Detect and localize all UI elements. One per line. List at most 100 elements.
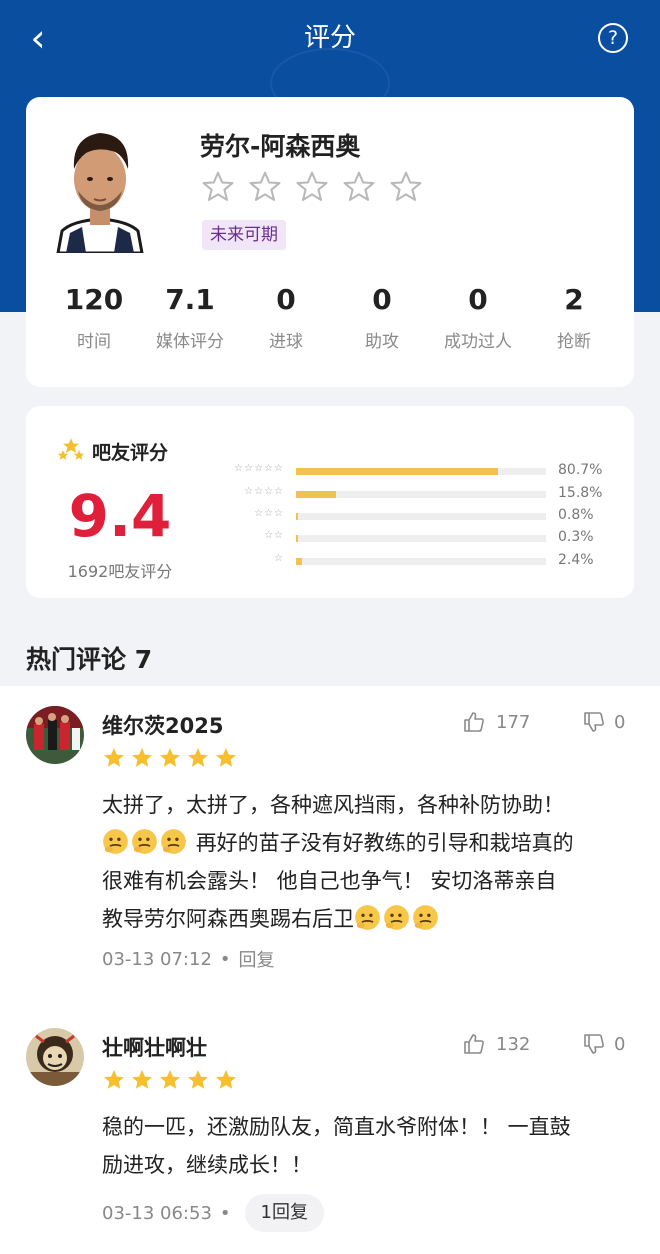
comment-line-text: 教导劳尔阿森西奥踢右后卫 bbox=[102, 907, 354, 931]
meta-separator: • bbox=[219, 948, 231, 970]
star-outline-icon[interactable] bbox=[294, 169, 330, 205]
dist-bar-fill bbox=[296, 558, 302, 565]
star-filled-icon bbox=[216, 1070, 236, 1089]
stat-value: 120 bbox=[64, 283, 124, 316]
hot-comments-title: 热门评论 7 bbox=[26, 645, 153, 674]
like-button[interactable]: 177 bbox=[462, 710, 530, 734]
player-stats: 120 时间 7.1 媒体评分 0 进球 0 助攻 0 成功过人 2 抢断 bbox=[26, 283, 634, 363]
star-outline-icon[interactable] bbox=[341, 169, 377, 205]
stat-label: 抢断 bbox=[557, 332, 591, 352]
thumbs-down-icon bbox=[584, 712, 604, 732]
dist-stars-label: ☆☆☆☆☆ bbox=[234, 463, 284, 474]
star-filled-icon bbox=[216, 748, 236, 767]
comment-rating-stars bbox=[102, 1068, 238, 1092]
stat-label: 进球 bbox=[269, 332, 303, 352]
comment-line: 再好的苗子没有好教练的引导和栽培真的 bbox=[102, 824, 634, 862]
avatar[interactable] bbox=[26, 706, 84, 764]
dist-percent: 15.8% bbox=[558, 485, 603, 501]
dislike-button[interactable]: 0 bbox=[582, 1032, 625, 1056]
emoji-group bbox=[354, 905, 441, 931]
player-card: 劳尔-阿森西奥 未来可期 120 时间 7.1 媒体评分 0 进球 0 助攻 0… bbox=[26, 97, 634, 387]
thinking-face-emoji-icon bbox=[384, 905, 409, 930]
stat-value: 0 bbox=[276, 283, 296, 316]
dist-bar-track bbox=[296, 558, 546, 565]
comment-rating-stars bbox=[102, 746, 238, 770]
thumbs-up-icon bbox=[464, 712, 484, 732]
player-name: 劳尔-阿森西奥 bbox=[200, 132, 361, 161]
fan-average-score: 9.4 bbox=[68, 482, 172, 550]
stat-label: 助攻 bbox=[365, 332, 399, 352]
star-filled-icon bbox=[188, 748, 208, 767]
comment-line: 励进攻，继续成长！！ bbox=[102, 1153, 312, 1177]
star-outline-icon[interactable] bbox=[247, 169, 283, 205]
comment-time: 03-13 07:12 bbox=[102, 948, 212, 970]
emoji-group bbox=[102, 829, 189, 855]
reply-button[interactable]: 回复 bbox=[239, 946, 275, 972]
stat-value: 7.1 bbox=[165, 283, 215, 316]
stat-goals: 0 进球 bbox=[238, 283, 334, 352]
star-outline-icon[interactable] bbox=[388, 169, 424, 205]
dist-percent: 80.7% bbox=[558, 462, 603, 478]
comment-meta: 03-13 07:12 • 回复 bbox=[102, 946, 275, 972]
rating-distribution-row: ☆☆☆ 0.8% bbox=[212, 506, 622, 528]
stat-minutes: 120 时间 bbox=[46, 283, 142, 352]
player-tag-badge: 未来可期 bbox=[202, 220, 286, 250]
like-count: 132 bbox=[496, 1033, 531, 1055]
rating-distribution-row: ☆ 2.4% bbox=[212, 551, 622, 573]
thumbs-down-icon bbox=[584, 1034, 604, 1054]
fan-rating-header: 吧友评分 bbox=[56, 436, 168, 466]
dist-stars-label: ☆☆ bbox=[264, 530, 284, 541]
star-filled-icon bbox=[132, 748, 152, 767]
dist-bar-fill bbox=[296, 513, 298, 520]
star-filled-icon bbox=[160, 1070, 180, 1089]
dislike-button[interactable]: 0 bbox=[582, 710, 625, 734]
stat-label: 时间 bbox=[77, 332, 111, 352]
fan-rating-count: 1692吧友评分 bbox=[67, 562, 173, 581]
avatar[interactable] bbox=[26, 1028, 84, 1086]
stat-value: 0 bbox=[468, 283, 488, 316]
stat-tackles: 2 抢断 bbox=[526, 283, 622, 352]
back-icon[interactable]: ‹ bbox=[18, 18, 58, 58]
dist-bar-fill bbox=[296, 468, 498, 475]
stat-value: 2 bbox=[564, 283, 584, 316]
stars-cluster-icon bbox=[57, 438, 85, 460]
comment-time: 03-13 06:53 bbox=[102, 1202, 212, 1224]
comment-line: 太拼了，太拼了，各种遮风挡雨，各种补防协助！ bbox=[102, 793, 564, 817]
stat-label: 成功过人 bbox=[444, 332, 512, 352]
comment-list: 维尔茨2025 177 0 太拼了，太拼了，各种遮风挡雨，各种补防协助！ 再好的… bbox=[0, 686, 660, 1254]
comment-username[interactable]: 壮啊壮啊壮 bbox=[102, 1032, 207, 1062]
stat-assists: 0 助攻 bbox=[334, 283, 430, 352]
user-rating-stars[interactable] bbox=[200, 169, 424, 205]
thinking-face-emoji-icon bbox=[413, 905, 438, 930]
rating-distribution-row: ☆☆☆☆☆ 80.7% bbox=[212, 461, 622, 483]
star-outline-icon[interactable] bbox=[200, 169, 236, 205]
meta-separator: • bbox=[219, 1202, 231, 1224]
comment-meta: 03-13 06:53 • 1回复 bbox=[102, 1194, 324, 1232]
star-filled-icon bbox=[160, 748, 180, 767]
dist-stars-label: ☆☆☆ bbox=[254, 508, 284, 519]
comment-line-text: 再好的苗子没有好教练的引导和栽培真的 bbox=[195, 831, 574, 855]
dist-bar-track bbox=[296, 535, 546, 542]
comment-text: 太拼了，太拼了，各种遮风挡雨，各种补防协助！ 再好的苗子没有好教练的引导和栽培真… bbox=[102, 786, 634, 938]
dist-bar-track bbox=[296, 513, 546, 520]
comment-text: 稳的一匹，还激励队友，简直水爷附体！！ 一直鼓 励进攻，继续成长！！ bbox=[102, 1108, 634, 1184]
reply-count-button[interactable]: 1回复 bbox=[244, 1194, 324, 1232]
star-filled-icon bbox=[132, 1070, 152, 1089]
stat-dribbles: 0 成功过人 bbox=[430, 283, 526, 352]
thinking-face-emoji-icon bbox=[103, 829, 128, 854]
star-filled-icon bbox=[104, 1070, 124, 1089]
dislike-count: 0 bbox=[614, 711, 626, 733]
dist-percent: 0.3% bbox=[558, 529, 594, 545]
dislike-count: 0 bbox=[614, 1033, 626, 1055]
thinking-face-emoji-icon bbox=[132, 829, 157, 854]
fan-rating-title: 吧友评分 bbox=[92, 441, 169, 464]
comment-username[interactable]: 维尔茨2025 bbox=[102, 710, 223, 740]
fan-rating-card: 吧友评分 9.4 1692吧友评分 ☆☆☆☆☆ 80.7% ☆☆☆☆ 15.8%… bbox=[26, 406, 634, 598]
player-photo bbox=[52, 119, 148, 253]
dist-bar-fill bbox=[296, 535, 298, 542]
star-filled-icon bbox=[188, 1070, 208, 1089]
comment-line: 很难有机会露头！ 他自己也争气！ 安切洛蒂亲自 bbox=[102, 869, 557, 893]
stat-value: 0 bbox=[372, 283, 392, 316]
like-button[interactable]: 132 bbox=[462, 1032, 530, 1056]
help-icon[interactable]: ? bbox=[598, 23, 628, 53]
